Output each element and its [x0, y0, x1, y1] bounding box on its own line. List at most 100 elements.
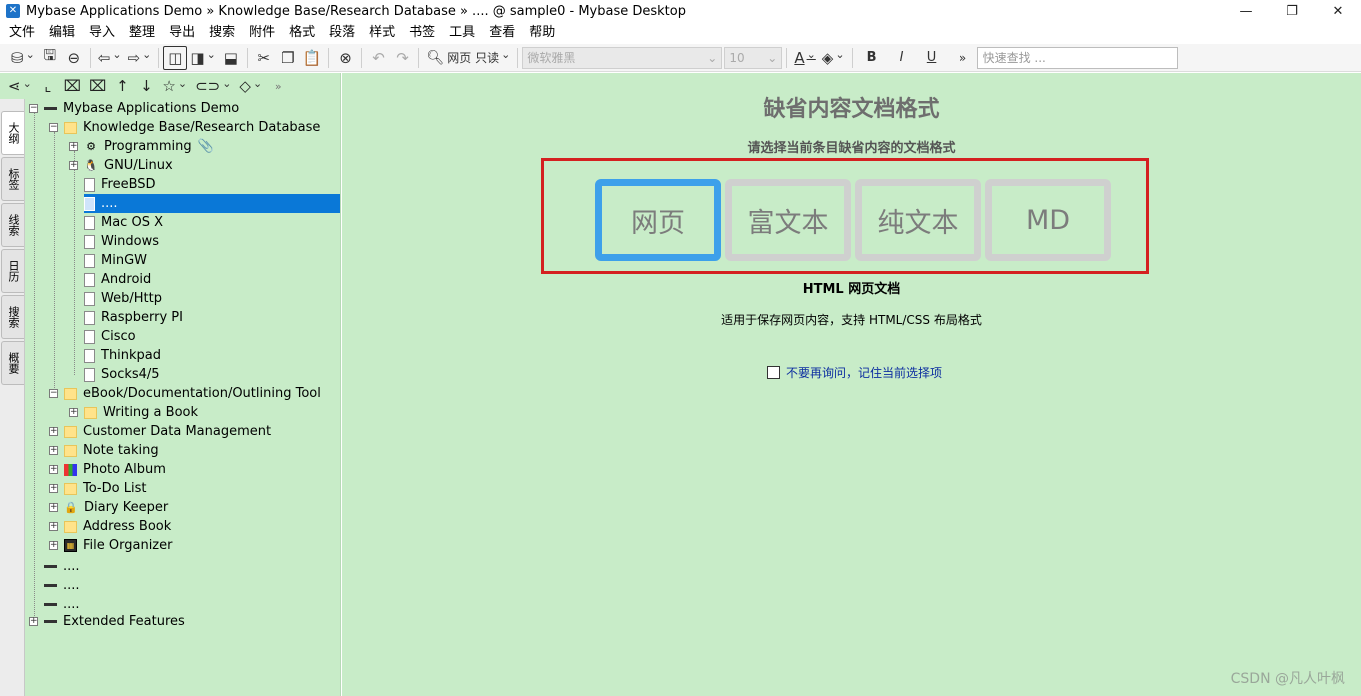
forward-icon[interactable]: ⇨ [125, 46, 155, 70]
tree-item-raspberry-pi[interactable]: Raspberry PI [84, 308, 183, 327]
expand-icon[interactable]: + [49, 541, 58, 550]
font-name-select[interactable]: 微软雅黑 ⌄ [522, 46, 723, 69]
delete-children-icon[interactable]: ⌧ [85, 74, 110, 98]
right-pane-toggle-icon[interactable]: ◨ [187, 46, 218, 70]
menu-import[interactable]: 导入 [82, 22, 122, 44]
tree-item-freebsd[interactable]: FreeBSD [84, 175, 156, 194]
delete-item-icon[interactable]: ⌧ [60, 74, 85, 98]
left-pane-toggle-icon[interactable]: ◫ [163, 45, 188, 70]
tree-item-extended-features[interactable]: + Extended Features [29, 612, 185, 631]
tree-item-dots-1[interactable]: .... [44, 557, 80, 576]
bottom-pane-toggle-icon[interactable]: ⬓ [219, 46, 243, 70]
checkbox-box[interactable] [767, 366, 780, 379]
italic-button[interactable]: I [887, 46, 917, 70]
tree-item-address-book[interactable]: + Address Book [49, 517, 171, 536]
tree-item-note-taking[interactable]: + Note taking [49, 441, 159, 460]
tab-threads[interactable]: 线索 [1, 203, 24, 247]
remember-choice-checkbox[interactable]: 不要再询问，记住当前选择项 [767, 364, 942, 381]
underline-button[interactable]: U [917, 46, 947, 70]
tree-item-socks[interactable]: Socks4/5 [84, 365, 160, 384]
menu-help[interactable]: 帮助 [522, 22, 562, 44]
font-size-select[interactable]: 10 ⌄ [724, 46, 783, 69]
new-child-icon[interactable]: ⌞ [36, 74, 60, 98]
menu-file[interactable]: 文件 [2, 22, 42, 44]
collapse-icon[interactable]: − [49, 123, 58, 132]
format-option-plaintext[interactable]: 纯文本 [855, 179, 981, 261]
tab-calendar[interactable]: 日历 [1, 249, 24, 293]
menu-edit[interactable]: 编辑 [42, 22, 82, 44]
tree-item-macos[interactable]: Mac OS X [84, 213, 163, 232]
quick-search-input[interactable]: 快速查找 ... [976, 46, 1178, 69]
back-icon[interactable]: ⇦ [95, 46, 125, 70]
collapse-icon[interactable]: − [29, 104, 38, 113]
expand-icon[interactable]: + [49, 503, 58, 512]
tree-item-root[interactable]: − Mybase Applications Demo [29, 99, 239, 118]
toolbar-overflow-button[interactable]: » [951, 46, 975, 70]
expand-icon[interactable]: + [49, 522, 58, 531]
tree-item-writing-a-book[interactable]: + Writing a Book [69, 403, 198, 422]
expand-icon[interactable]: + [49, 427, 58, 436]
tab-tags[interactable]: 标签 [1, 157, 24, 201]
menu-style[interactable]: 样式 [362, 22, 402, 44]
move-down-icon[interactable]: ↓ [134, 74, 158, 98]
expand-icon[interactable]: + [49, 484, 58, 493]
expand-icon[interactable]: + [69, 161, 78, 170]
share-icon[interactable]: ⋖ [4, 74, 36, 98]
fill-color-icon[interactable]: ◈ [819, 46, 848, 70]
text-color-icon[interactable]: A [791, 46, 818, 70]
tree-item-mingw[interactable]: MinGW [84, 251, 147, 270]
paste-icon[interactable]: 📋 [300, 46, 325, 70]
expand-icon[interactable]: + [69, 142, 78, 151]
menu-bookmarks[interactable]: 书签 [402, 22, 442, 44]
tree-item-knowledge-base[interactable]: − Knowledge Base/Research Database [49, 118, 320, 137]
menu-search[interactable]: 搜索 [202, 22, 242, 44]
format-option-html[interactable]: 网页 [595, 179, 721, 261]
remember-choice-label[interactable]: 不要再询问，记住当前选择项 [786, 364, 942, 381]
tree-item-todo-list[interactable]: + To-Do List [49, 479, 146, 498]
close-button[interactable]: ✕ [1315, 0, 1361, 22]
tree-item-ebook[interactable]: − eBook/Documentation/Outlining Tool [49, 384, 321, 403]
tab-search[interactable]: 搜索 [1, 295, 24, 339]
menu-paragraph[interactable]: 段落 [322, 22, 362, 44]
database-icon[interactable]: ⛁ [8, 46, 38, 70]
menu-organize[interactable]: 整理 [122, 22, 162, 44]
tree-item-android[interactable]: Android [84, 270, 151, 289]
menu-attachments[interactable]: 附件 [242, 22, 282, 44]
format-option-richtext[interactable]: 富文本 [725, 179, 851, 261]
menu-export[interactable]: 导出 [162, 22, 202, 44]
format-option-markdown[interactable]: MD [985, 179, 1111, 261]
tree-item-selected[interactable]: .... [84, 194, 340, 213]
view-mode-dropdown[interactable]: 🔍︎ 网页 只读 [423, 46, 513, 70]
minimize-button[interactable]: — [1223, 0, 1269, 22]
cut-icon[interactable]: ✂ [252, 46, 276, 70]
tree-item-dots-2[interactable]: .... [44, 576, 80, 595]
move-up-icon[interactable]: ↑ [110, 74, 134, 98]
tree-item-windows[interactable]: Windows [84, 232, 159, 251]
restore-button[interactable]: ❐ [1269, 0, 1315, 22]
menu-format[interactable]: 格式 [282, 22, 322, 44]
expand-icon[interactable]: + [69, 408, 78, 417]
outline-toolbar-overflow-icon[interactable]: » [266, 74, 290, 98]
bold-button[interactable]: B [857, 46, 887, 70]
close-db-icon[interactable]: ⊖ [62, 46, 86, 70]
menu-view[interactable]: 查看 [482, 22, 522, 44]
tab-summary[interactable]: 概要 [1, 341, 24, 385]
tree-item-photo-album[interactable]: + Photo Album [49, 460, 166, 479]
tree-item-diary-keeper[interactable]: + 🔒 Diary Keeper [49, 498, 168, 517]
tag-icon[interactable]: ◇ [235, 74, 266, 98]
tree-item-thinkpad[interactable]: Thinkpad [84, 346, 161, 365]
menu-tools[interactable]: 工具 [442, 22, 482, 44]
expand-icon[interactable]: + [49, 465, 58, 474]
expand-icon[interactable]: + [49, 446, 58, 455]
tree-item-programming[interactable]: + ⚙ Programming 📎 [69, 137, 214, 156]
star-icon[interactable]: ☆ [158, 74, 191, 98]
tree-item-gnu-linux[interactable]: + 🐧 GNU/Linux [69, 156, 173, 175]
expand-icon[interactable]: + [29, 617, 38, 626]
link-icon[interactable]: ⊂⊃ [191, 74, 235, 98]
save-icon[interactable]: 🖫 [38, 46, 62, 70]
redo-icon[interactable]: ↷ [390, 46, 414, 70]
delete-icon[interactable]: ⊗ [333, 46, 357, 70]
tree-item-cisco[interactable]: Cisco [84, 327, 136, 346]
undo-icon[interactable]: ↶ [366, 46, 390, 70]
tree-item-customer-data[interactable]: + Customer Data Management [49, 422, 271, 441]
